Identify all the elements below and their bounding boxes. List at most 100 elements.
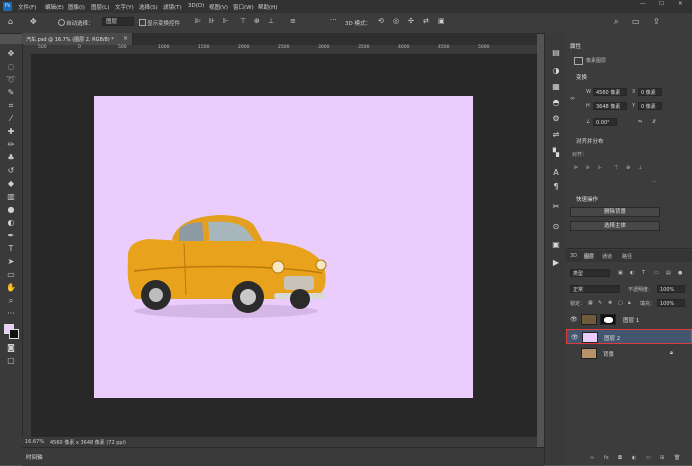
align-hcenter-icon[interactable]: ⊪	[586, 165, 590, 171]
width-field[interactable]: 4560 像素	[593, 88, 627, 96]
tab-3d[interactable]: 3D	[570, 253, 577, 259]
filter-adjust-icon[interactable]: ◐	[630, 270, 634, 276]
select-subject-button[interactable]: 选择主体	[570, 221, 660, 231]
layer-name[interactable]: 图层 2	[604, 334, 620, 342]
background-lock-icon[interactable]: 🔒︎	[670, 350, 673, 357]
home-icon[interactable]: ⌂	[8, 17, 13, 26]
visibility-eye-icon[interactable]: 👁︎	[570, 316, 578, 323]
hand-tool-icon[interactable]: ✋	[6, 283, 16, 293]
align-middle-icon[interactable]: ⊕	[254, 17, 260, 25]
timeline-panel-tab[interactable]: 时间轴	[22, 447, 544, 466]
filter-pixel-icon[interactable]: ▣	[618, 270, 623, 276]
align-top-icon[interactable]: ⊤	[614, 165, 618, 171]
orbit-3d-icon[interactable]: ⟲	[378, 17, 384, 25]
tab-layers[interactable]: 图层	[584, 253, 594, 260]
y-field[interactable]: 0 像素	[638, 102, 662, 110]
layer-style-icon[interactable]: fx	[604, 455, 609, 461]
filter-type-icon[interactable]: T	[642, 270, 645, 276]
channels-panel-icon[interactable]: ▚	[550, 147, 562, 159]
scale-3d-icon[interactable]: ▣	[438, 17, 445, 25]
slide-3d-icon[interactable]: ⇄	[423, 17, 429, 25]
paragraph-panel-icon[interactable]: ¶	[550, 181, 562, 193]
visibility-eye-icon[interactable]: 👁︎	[571, 334, 579, 341]
path-select-icon[interactable]: ➤	[6, 257, 16, 267]
new-group-icon[interactable]: ▭	[646, 455, 651, 461]
blur-tool-icon[interactable]: ●	[6, 205, 16, 215]
minimize-icon[interactable]: —	[640, 1, 646, 7]
menu-layer[interactable]: 图层(L)	[91, 3, 109, 11]
angle-field[interactable]: 0.00°	[593, 118, 617, 126]
menu-image[interactable]: 图像(I)	[68, 3, 85, 11]
navigator-panel-icon[interactable]: ⊙	[550, 221, 562, 233]
align-left-icon[interactable]: ⊫	[195, 17, 201, 25]
history-brush-icon[interactable]: ↺	[6, 166, 16, 176]
crop-tool-icon[interactable]: ⌗	[6, 101, 16, 111]
align-bottom-icon[interactable]: ⊥	[638, 165, 642, 171]
menu-select[interactable]: 选择(S)	[139, 3, 158, 11]
link-icon[interactable]: ∞	[570, 95, 575, 102]
menu-filter[interactable]: 滤镜(T)	[163, 3, 182, 11]
quick-select-tool-icon[interactable]: ✎	[6, 88, 16, 98]
lock-image-icon[interactable]: ✎	[598, 300, 602, 306]
add-mask-icon[interactable]: ◘	[618, 455, 622, 461]
transform-section-title[interactable]: 变换	[576, 73, 587, 81]
actions-panel-icon[interactable]: ▶	[550, 257, 562, 269]
layer-comps-icon[interactable]: ▣	[550, 239, 562, 251]
layer-mask-thumbnail[interactable]	[600, 314, 616, 325]
history-panel-icon[interactable]: ▤	[550, 47, 562, 59]
align-right-icon[interactable]: ⊩	[223, 17, 229, 25]
align-left-icon[interactable]: ⊫	[574, 165, 578, 171]
quick-mask-icon[interactable]: ◙	[6, 343, 16, 353]
filter-smart-icon[interactable]: ▤	[666, 270, 671, 276]
search-icon[interactable]: ⌕	[614, 17, 618, 27]
layer-name[interactable]: 背景	[603, 350, 614, 358]
document-tab-close-icon[interactable]: ×	[123, 35, 128, 42]
pen-tool-icon[interactable]: ✒	[6, 231, 16, 241]
document-canvas[interactable]	[94, 96, 473, 398]
opacity-field[interactable]: 100%	[657, 285, 685, 293]
swatches-panel-icon[interactable]: ▦	[550, 81, 562, 93]
menu-view[interactable]: 视图(V)	[209, 3, 228, 11]
quick-actions-title[interactable]: 快速操作	[576, 195, 598, 203]
new-layer-icon[interactable]: ⊞	[660, 455, 664, 461]
screen-mode-icon[interactable]: ▢	[6, 356, 16, 366]
character-panel-icon[interactable]: A	[550, 167, 562, 179]
document-info[interactable]: 4560 像素 x 3648 像素 (72 ppi)	[50, 439, 126, 446]
healing-brush-icon[interactable]: ✚	[6, 127, 16, 137]
tab-paths[interactable]: 路径	[622, 253, 632, 260]
pan-3d-icon[interactable]: ✣	[408, 17, 414, 25]
zoom-level[interactable]: 16.67%	[25, 439, 44, 445]
adjustments-panel-icon[interactable]: ◓	[550, 97, 562, 109]
remove-background-button[interactable]: 删除背景	[570, 207, 660, 217]
menu-edit[interactable]: 编辑(E)	[45, 3, 64, 11]
gradient-tool-icon[interactable]: ▥	[6, 192, 16, 202]
align-vcenter-icon[interactable]: ⊕	[626, 165, 630, 171]
auto-select-dropdown[interactable]: 图层	[102, 17, 134, 26]
properties-tab[interactable]: 属性	[570, 42, 581, 50]
type-tool-icon[interactable]: T	[6, 244, 16, 254]
background-color-swatch[interactable]	[9, 329, 19, 339]
workspace-icon[interactable]: ▭	[632, 17, 640, 26]
link-layers-icon[interactable]: ∞	[590, 455, 594, 461]
auto-select-checkbox[interactable]	[58, 19, 65, 26]
fill-field[interactable]: 100%	[657, 299, 685, 307]
dodge-tool-icon[interactable]: ◐	[6, 218, 16, 228]
more-align-icon[interactable]: ···	[652, 179, 657, 185]
align-section-title[interactable]: 对齐并分布	[576, 137, 604, 145]
lock-transparent-icon[interactable]: ▦	[588, 300, 593, 306]
show-transform-checkbox[interactable]	[139, 19, 146, 26]
brush-tool-icon[interactable]: ✏	[6, 140, 16, 150]
tools-presets-icon[interactable]: ✂	[550, 201, 562, 213]
move-tool-icon[interactable]: ✥	[6, 49, 16, 59]
layer-kind-filter[interactable]: 类型	[570, 269, 610, 277]
marquee-tool-icon[interactable]: ◌	[6, 62, 16, 72]
layer-row-background[interactable]: 背景 🔒︎	[566, 346, 692, 361]
height-field[interactable]: 3648 像素	[593, 102, 627, 110]
eraser-tool-icon[interactable]: ◆	[6, 179, 16, 189]
x-field[interactable]: 0 像素	[638, 88, 662, 96]
menu-3d[interactable]: 3D(D)	[188, 3, 204, 9]
align-center-icon[interactable]: ⊪	[209, 17, 215, 25]
align-right-icon[interactable]: ⊩	[598, 165, 602, 171]
properties-panel-icon[interactable]: ⚙	[550, 113, 562, 125]
delete-layer-icon[interactable]: 🗑︎	[674, 455, 680, 461]
